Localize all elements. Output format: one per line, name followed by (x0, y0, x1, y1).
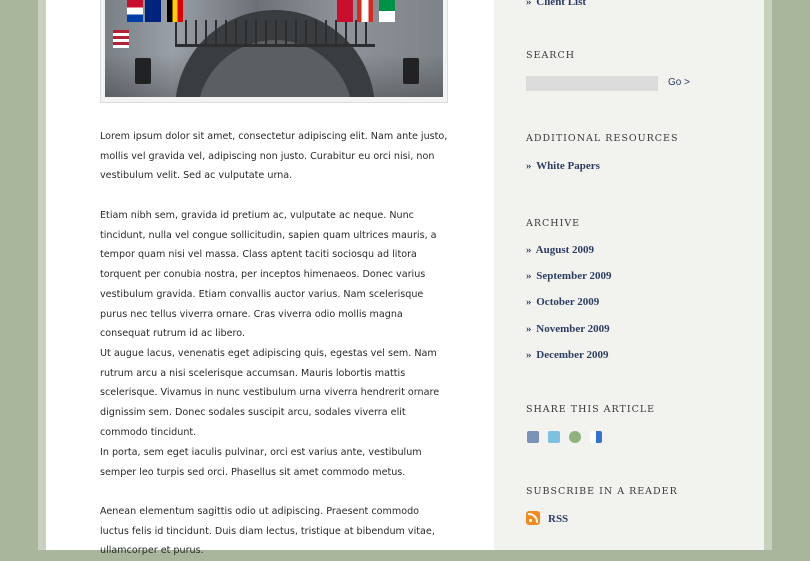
archive-link-september-2009[interactable]: » September 2009 (526, 270, 612, 282)
lamp-icon (135, 58, 151, 84)
photo-balcony (175, 20, 375, 47)
article-paragraph: Etiam nibh sem, gravida id pretium ac, v… (100, 210, 437, 340)
search-go-button[interactable]: Go > (668, 77, 690, 88)
flag-icon (337, 0, 353, 22)
search-heading: Search (526, 50, 576, 61)
article-paragraph: In porta, sem eget iaculis pulvinar, orc… (100, 447, 422, 478)
share-heading: Share This Article (526, 404, 656, 415)
lamp-icon (403, 58, 419, 84)
chevron-right-icon: » (526, 270, 532, 282)
facebook-icon[interactable] (527, 431, 539, 443)
chevron-right-icon: » (526, 0, 532, 8)
delicious-icon[interactable] (590, 431, 602, 443)
chevron-right-icon: » (526, 349, 532, 361)
subscribe-heading: Subscribe in a Reader (526, 486, 678, 497)
flag-icon (127, 0, 143, 22)
archive-link-december-2009[interactable]: » December 2009 (526, 349, 608, 361)
chevron-right-icon: » (526, 323, 532, 335)
article-photo (105, 0, 443, 97)
chevron-right-icon: » (526, 296, 532, 308)
flag-icon (357, 0, 373, 22)
chevron-right-icon: » (526, 160, 532, 172)
archive-link-august-2009[interactable]: » August 2009 (526, 244, 594, 256)
article-photo-frame (100, 0, 448, 103)
stumbleupon-icon[interactable] (569, 431, 581, 443)
flag-icon (145, 0, 161, 22)
search-input[interactable] (526, 76, 658, 91)
article-paragraph: Ut augue lacus, venenatis eget adipiscin… (100, 348, 440, 438)
sidebar-link-white-papers[interactable]: » White Papers (526, 160, 600, 172)
chevron-right-icon: » (526, 244, 532, 256)
twitter-icon[interactable] (548, 431, 560, 443)
archive-link-october-2009[interactable]: » October 2009 (526, 296, 599, 308)
article-paragraph: Aenean elementum sagittis odio ut adipis… (100, 506, 435, 557)
rss-link[interactable]: RSS (548, 513, 568, 525)
additional-resources-heading: Additional Resources (526, 133, 679, 144)
flag-icon (167, 0, 183, 22)
rss-icon[interactable] (526, 511, 540, 525)
sidebar-link-client-list[interactable]: » Client List (526, 0, 586, 8)
article-paragraph: Lorem ipsum dolor sit amet, consectetur … (100, 131, 448, 182)
flag-icon (379, 0, 395, 22)
archive-heading: Archive (526, 218, 581, 229)
archive-link-november-2009[interactable]: » November 2009 (526, 323, 610, 335)
flag-icon (113, 30, 129, 48)
